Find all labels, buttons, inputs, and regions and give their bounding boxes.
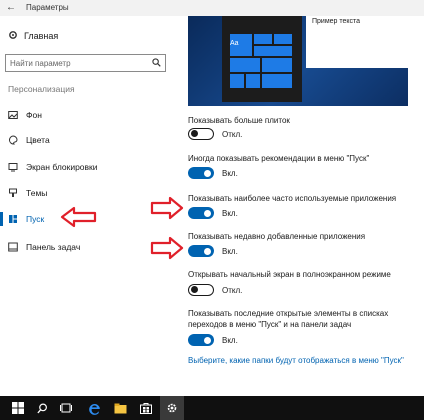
choose-folders-link[interactable]: Выберите, какие папки будут отображаться… [188,356,404,365]
tile [262,74,292,88]
setting-row-recently-added: Вкл. [188,245,238,257]
store-icon [140,403,152,414]
toggle-knob [204,247,211,255]
sidebar-item-label: Фон [26,110,42,120]
setting-row-more-tiles: Откл. [188,128,242,140]
window-title: Параметры [26,3,69,12]
palette-icon [8,135,18,145]
settings-button[interactable] [160,396,184,420]
sidebar-item-label: Темы [26,188,48,198]
settings-icon [167,403,177,413]
edge-icon [88,403,100,415]
setting-row-jump-lists: Вкл. [188,334,238,346]
task-view-button[interactable] [54,396,78,420]
setting-label: Иногда показывать рекомендации в меню "П… [188,154,370,163]
taskbar-search-button[interactable] [30,396,54,420]
tile [254,34,272,44]
toggle-knob [191,130,198,137]
search-icon[interactable] [152,58,161,67]
suggestions-toggle[interactable] [188,167,214,179]
back-arrow-icon[interactable]: ← [6,2,16,13]
sample-text-box: Пример текста [306,16,408,68]
setting-label: переходов в меню "Пуск" и на панели зада… [188,320,352,329]
more-tiles-toggle[interactable] [188,128,214,140]
sidebar-item-label: Цвета [26,135,50,145]
most-used-apps-toggle[interactable] [188,207,214,219]
lock-screen-icon [8,162,18,172]
sidebar-item-lock-screen[interactable]: Экран блокировки [0,158,176,176]
search-input[interactable] [10,57,150,69]
brush-icon [8,188,18,198]
sample-text: Пример текста [312,18,361,25]
recently-added-apps-toggle[interactable] [188,245,214,257]
toggle-state: Вкл. [222,168,238,178]
tile [230,58,260,72]
sidebar-item-colors[interactable]: Цвета [0,131,176,149]
fullscreen-start-toggle[interactable] [188,284,214,296]
sidebar-item-label: Панель задач [26,242,81,252]
search-icon [36,402,47,413]
setting-label: Показывать больше плиток [188,116,290,125]
start-button[interactable] [6,396,30,420]
sidebar-item-label: Экран блокировки [26,162,98,172]
start-icon [8,214,18,224]
explorer-icon [114,403,126,413]
sidebar-item-home[interactable]: Главная [8,28,58,44]
start-preview: Aa Пример текста [188,16,408,106]
sidebar-item-label: Пуск [26,214,45,224]
setting-label: Показывать последние открытые элементы в… [188,309,389,318]
toggle-state: Вкл. [222,246,238,256]
jump-lists-toggle[interactable] [188,334,214,346]
windows-logo-icon [12,402,24,414]
file-explorer-button[interactable] [108,396,132,420]
setting-row-fullscreen: Откл. [188,284,242,296]
tile [274,34,292,44]
setting-label: Показывать недавно добавленные приложени… [188,232,366,241]
tile [254,46,292,56]
sidebar-item-label: Главная [24,31,59,41]
toggle-state: Вкл. [222,208,238,218]
toggle-knob [204,336,211,344]
tile [262,58,292,72]
toggle-state: Вкл. [222,335,238,345]
toggle-knob [204,169,211,177]
tile [230,74,244,88]
toggle-state: Откл. [222,129,243,139]
toggle-state: Откл. [222,285,243,295]
task-view-icon [60,403,72,413]
search-box[interactable] [5,54,166,72]
red-arrow-left-icon [60,206,97,228]
taskbar [0,396,424,420]
sidebar-item-background[interactable]: Фон [0,106,176,124]
tile [246,74,260,88]
toggle-knob [204,209,211,217]
tile-label: Aa [230,40,239,47]
edge-button[interactable] [82,396,106,420]
gear-icon [8,30,18,42]
store-button[interactable] [134,396,158,420]
image-icon [8,110,18,120]
setting-row-suggestions: Вкл. [188,167,238,179]
setting-label: Открывать начальный экран в полноэкранно… [188,270,391,279]
taskbar-icon [8,242,18,252]
toggle-knob [191,286,198,293]
start-menu-preview [222,16,302,102]
settings-content: Aa Пример текста Показывать больше плито… [176,16,424,396]
setting-row-most-used: Вкл. [188,207,238,219]
title-bar: ← Параметры [0,0,424,16]
setting-label: Показывать наиболее часто используемые п… [188,194,397,203]
section-label: Персонализация [8,84,75,94]
